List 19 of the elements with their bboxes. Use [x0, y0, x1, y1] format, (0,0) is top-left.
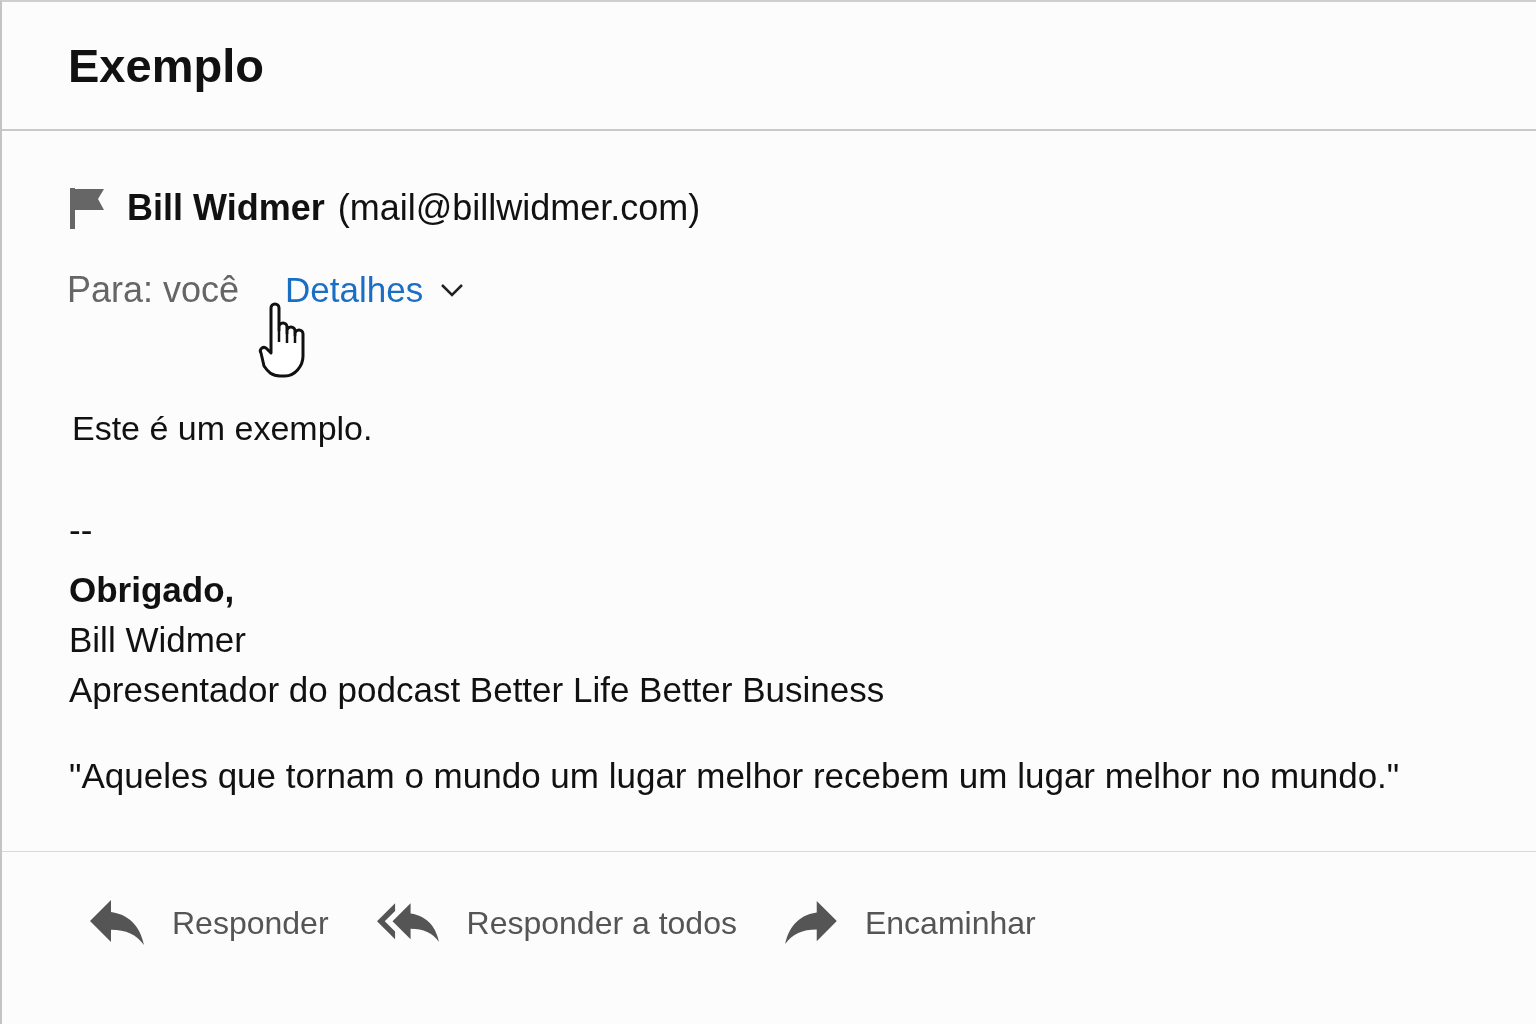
sender-email: (mail@billwidmer.com) [337, 186, 701, 230]
details-link[interactable]: Detalhes [285, 268, 465, 312]
signature-quote: "Aqueles que tornam o mundo um lugar melhor recebem um lugar melhor no mundo." [69, 755, 1401, 797]
email-subject: Exemplo [68, 37, 264, 94]
recipient-label: Para: você [67, 268, 240, 312]
reply-all-button[interactable]: Responder a todos [376, 900, 737, 945]
sender-name: Bill Widmer [127, 186, 325, 230]
signature-line: Apresentador do podcast Better Life Better Business [69, 669, 886, 711]
forward-button[interactable]: Encaminhar [784, 900, 1036, 945]
chevron-down-icon [440, 283, 465, 297]
signature-line: Bill Widmer [69, 619, 247, 661]
flag-icon [70, 187, 104, 229]
signature-closing: Obrigado, [69, 569, 236, 611]
forward-arrow-icon [784, 901, 837, 944]
reply-all-arrow-icon [376, 903, 439, 942]
message-text: Este é um exemplo. [72, 408, 374, 449]
reply-arrow-icon [90, 900, 144, 945]
reply-button[interactable]: Responder [90, 900, 329, 945]
signature-separator: -- [69, 509, 94, 551]
